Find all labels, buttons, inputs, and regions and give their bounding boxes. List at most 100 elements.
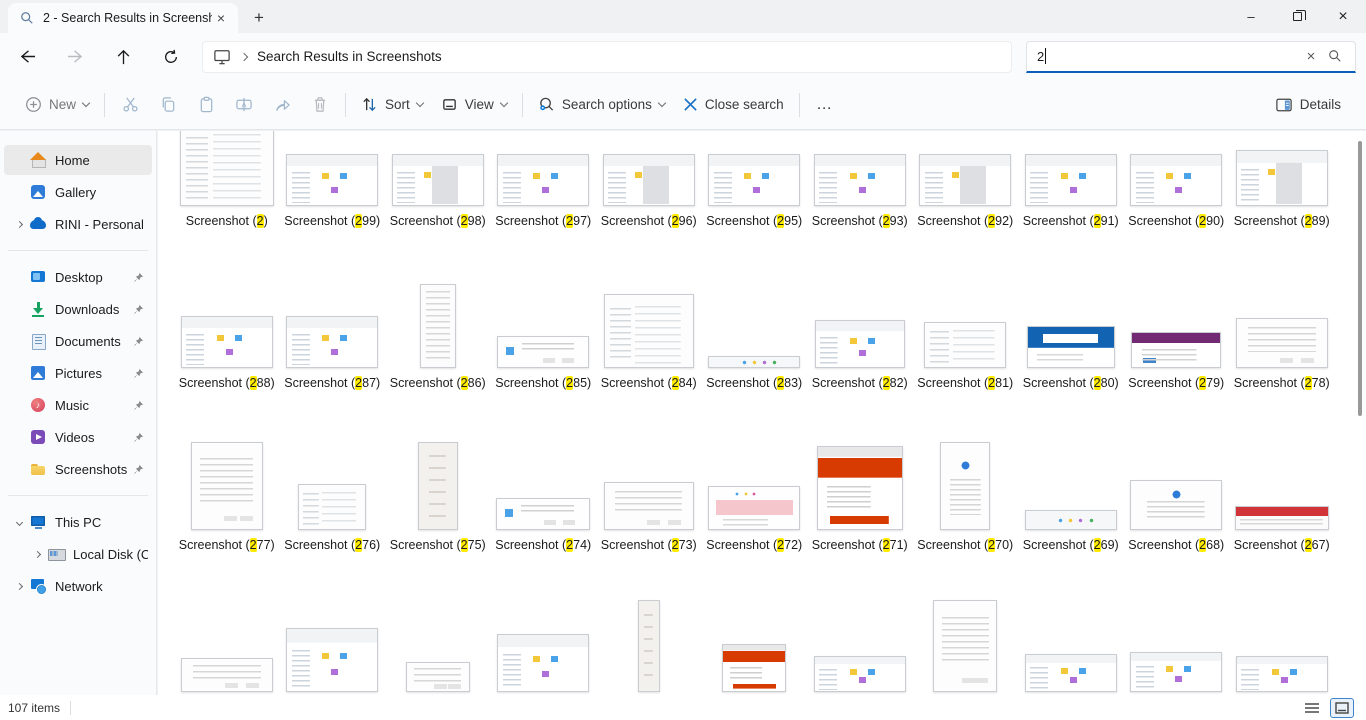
details-pane-button[interactable]: Details [1266,88,1350,122]
file-item[interactable] [1124,617,1230,695]
file-item[interactable]: Screenshot (291) [1018,131,1124,293]
up-button[interactable] [106,40,140,74]
search-box[interactable]: 2 × [1026,41,1356,73]
search-options-button[interactable]: Search options [529,88,674,122]
file-item[interactable]: Screenshot (296) [596,131,702,293]
thumbnail-view-toggle[interactable] [1330,698,1354,718]
file-item[interactable]: Screenshot (271) [807,455,913,617]
search-results-area[interactable]: Screenshot (2) Screenshot (299) Screensh… [158,131,1366,695]
back-button[interactable] [10,40,44,74]
sidebar-item-this-pc[interactable]: This PC [4,507,152,537]
music-icon [30,397,46,413]
search-submit-button[interactable] [1323,44,1347,68]
file-item[interactable]: Screenshot (273) [596,455,702,617]
sidebar-item-gallery[interactable]: Gallery [4,177,152,207]
file-item[interactable]: Screenshot (292) [913,131,1019,293]
file-item[interactable]: Screenshot (283) [702,293,808,455]
explorer-tab[interactable]: 2 - Search Results in Screensho × [8,3,238,33]
share-button[interactable] [263,88,301,122]
file-item[interactable]: Screenshot (293) [807,131,913,293]
file-item[interactable]: Screenshot (295) [702,131,808,293]
new-tab-button[interactable]: + [244,5,274,31]
file-item[interactable]: Screenshot (279) [1124,293,1230,455]
sidebar-item-documents[interactable]: Documents [4,326,152,356]
file-item[interactable] [280,617,386,695]
paste-button[interactable] [187,88,225,122]
address-bar[interactable]: Search Results in Screenshots [202,41,1012,73]
file-item[interactable]: Screenshot (298) [385,131,491,293]
file-item[interactable]: Screenshot (285) [491,293,597,455]
tab-close-button[interactable]: × [212,9,230,27]
sidebar-item-home[interactable]: Home [4,145,152,175]
minimize-button[interactable]: – [1228,0,1274,33]
close-search-button[interactable]: Close search [674,88,793,122]
file-item[interactable]: Screenshot (287) [280,293,386,455]
sidebar-item-music[interactable]: Music [4,390,152,420]
file-item[interactable]: Screenshot (270) [913,455,1019,617]
file-item[interactable]: Screenshot (278) [1229,293,1335,455]
sidebar-item-videos[interactable]: Videos [4,422,152,452]
new-button[interactable]: New [16,88,98,122]
copy-button[interactable] [149,88,187,122]
file-item[interactable] [385,617,491,695]
file-item[interactable] [913,617,1019,695]
cut-button[interactable] [111,88,149,122]
search-input-value[interactable]: 2 [1037,49,1044,64]
toolbar-divider [522,93,523,117]
file-item[interactable]: Screenshot (281) [913,293,1019,455]
file-item[interactable] [807,617,913,695]
sidebar-item-pictures[interactable]: Pictures [4,358,152,388]
restore-button[interactable] [1274,0,1320,33]
file-item[interactable]: Screenshot (268) [1124,455,1230,617]
file-item[interactable]: Screenshot (276) [280,455,386,617]
file-item[interactable] [596,617,702,695]
file-item[interactable]: Screenshot (289) [1229,131,1335,293]
sidebar-item-network[interactable]: Network [4,571,152,601]
file-item[interactable] [702,617,808,695]
file-item[interactable]: Screenshot (2) [174,131,280,293]
view-button[interactable]: View [432,88,516,122]
sidebar-item-screenshots[interactable]: Screenshots [4,454,152,484]
sidebar-item-downloads[interactable]: Downloads [4,294,152,324]
file-item[interactable]: Screenshot (282) [807,293,913,455]
file-item[interactable]: Screenshot (286) [385,293,491,455]
close-button[interactable]: × [1320,0,1366,33]
file-item[interactable] [174,617,280,695]
file-name: Screenshot (279) [1128,376,1224,391]
sidebar-chevron-icon[interactable] [8,222,30,227]
delete-button[interactable] [301,88,339,122]
clear-search-button[interactable]: × [1299,44,1323,68]
file-item[interactable]: Screenshot (297) [491,131,597,293]
sidebar-chevron-icon[interactable] [26,552,48,557]
file-item[interactable]: Screenshot (269) [1018,455,1124,617]
file-item[interactable] [1018,617,1124,695]
file-item[interactable]: Screenshot (267) [1229,455,1335,617]
file-item[interactable] [491,617,597,695]
breadcrumb-chevron-icon[interactable] [241,54,247,60]
sidebar-item-local-disk-c[interactable]: Local Disk (C:) [4,539,152,569]
file-item[interactable]: Screenshot (284) [596,293,702,455]
file-item[interactable]: Screenshot (288) [174,293,280,455]
file-item[interactable]: Screenshot (277) [174,455,280,617]
list-view-toggle[interactable] [1300,698,1324,718]
forward-button[interactable] [58,40,92,74]
sidebar-chevron-icon[interactable] [8,520,30,525]
sidebar-item-desktop[interactable]: Desktop [4,262,152,292]
sort-button[interactable]: Sort [352,88,432,122]
more-options-button[interactable]: … [806,88,844,122]
refresh-button[interactable] [154,40,188,74]
file-item[interactable]: Screenshot (299) [280,131,386,293]
breadcrumb[interactable]: Search Results in Screenshots [257,49,442,64]
file-thumbnail [708,154,800,206]
rename-button[interactable]: A [225,88,263,122]
sidebar-item-rini-personal[interactable]: RINI - Personal [4,209,152,239]
file-item[interactable]: Screenshot (274) [491,455,597,617]
file-item[interactable]: Screenshot (280) [1018,293,1124,455]
file-item[interactable]: Screenshot (272) [702,455,808,617]
sidebar-chevron-icon[interactable] [8,584,30,589]
search-highlight: 2 [672,214,679,228]
vertical-scrollbar[interactable] [1358,141,1362,416]
file-item[interactable] [1229,617,1335,695]
file-item[interactable]: Screenshot (275) [385,455,491,617]
file-item[interactable]: Screenshot (290) [1124,131,1230,293]
